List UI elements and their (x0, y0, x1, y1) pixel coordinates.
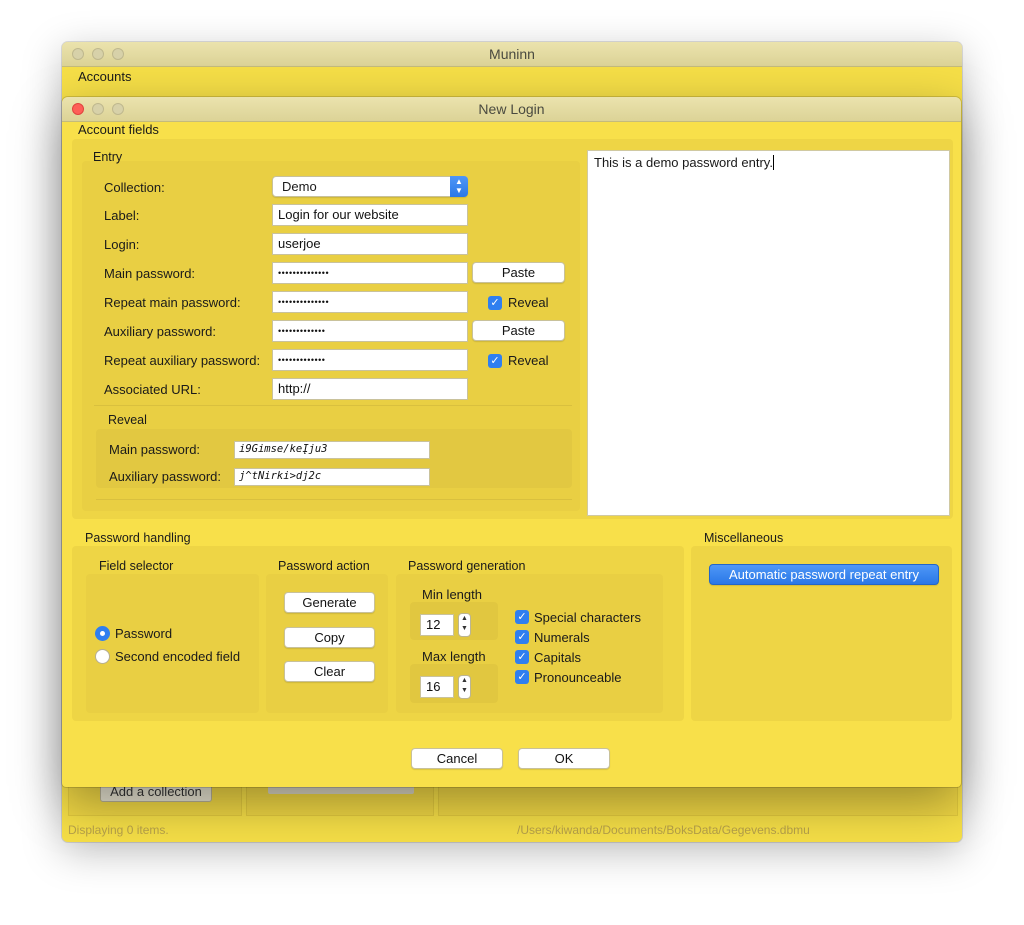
database-path: /Users/kiwanda/Documents/BoksData/Gegeve… (517, 823, 810, 837)
notes-textarea[interactable]: This is a demo password entry. (587, 150, 950, 516)
account-fields-label: Account fields (78, 122, 159, 137)
pronounceable-checkbox[interactable]: ✓ (515, 670, 529, 684)
special-characters-checkbox[interactable]: ✓ (515, 610, 529, 624)
reveal-main-password-label: Main password: (109, 442, 201, 457)
reveal-aux-checkbox[interactable]: ✓ (488, 354, 502, 368)
main-password-label: Main password: (104, 266, 196, 281)
paste-main-password-button[interactable]: Paste (472, 262, 565, 283)
reveal-header: Reveal (108, 413, 147, 427)
status-text: Displaying 0 items. (68, 823, 169, 837)
accounts-menu-label[interactable]: Accounts (78, 69, 131, 84)
copy-button[interactable]: Copy (284, 627, 375, 648)
capitals-checkbox[interactable]: ✓ (515, 650, 529, 664)
ok-button[interactable]: OK (518, 748, 610, 769)
paste-aux-password-button[interactable]: Paste (472, 320, 565, 341)
password-action-header: Password action (278, 559, 370, 573)
second-field-radio-label[interactable]: Second encoded field (115, 649, 240, 664)
numerals-label[interactable]: Numerals (534, 630, 590, 645)
aux-password-field[interactable]: ••••••••••••• (272, 320, 468, 342)
collection-select[interactable]: Demo ▲ ▼ (272, 176, 468, 197)
pronounceable-label[interactable]: Pronounceable (534, 670, 621, 685)
reveal-main-password-value: i9Gimse/keĮju3 (234, 441, 430, 459)
new-login-dialog: New Login Account fields Entry Collectio… (62, 97, 961, 787)
collection-label: Collection: (104, 180, 165, 195)
numerals-checkbox[interactable]: ✓ (515, 630, 529, 644)
auto-repeat-button[interactable]: Automatic password repeat entry (709, 564, 939, 585)
dialog-title: New Login (478, 101, 545, 117)
max-length-field[interactable]: 16 (420, 676, 454, 698)
repeat-main-password-field[interactable]: •••••••••••••• (272, 291, 468, 313)
repeat-main-password-label: Repeat main password: (104, 295, 241, 310)
dialog-titlebar[interactable]: New Login (62, 97, 961, 122)
cancel-button[interactable]: Cancel (411, 748, 503, 769)
url-label: Associated URL: (104, 382, 201, 397)
reveal-divider (96, 499, 572, 500)
second-field-radio[interactable] (95, 649, 110, 664)
password-generation-header: Password generation (408, 559, 526, 573)
clear-button[interactable]: Clear (284, 661, 375, 682)
reveal-aux-label[interactable]: Reveal (508, 353, 548, 368)
max-length-stepper[interactable]: ▲ ▼ (458, 675, 471, 699)
min-length-field[interactable]: 12 (420, 614, 454, 636)
capitals-label[interactable]: Capitals (534, 650, 581, 665)
min-length-label: Min length (422, 587, 482, 602)
entry-header: Entry (93, 150, 123, 164)
field-selector-header: Field selector (99, 559, 174, 573)
reveal-aux-password-value: j^tNirki>dj2c (234, 468, 430, 486)
entry-divider (94, 405, 572, 406)
max-length-label: Max length (422, 649, 486, 664)
password-handling-header: Password handling (85, 531, 191, 545)
repeat-aux-password-label: Repeat auxiliary password: (104, 353, 261, 368)
main-window-title: Muninn (489, 46, 535, 62)
special-characters-label[interactable]: Special characters (534, 610, 641, 625)
miscellaneous-header: Miscellaneous (704, 531, 784, 545)
notes-text: This is a demo password entry. (594, 155, 773, 170)
collection-value: Demo (282, 179, 317, 194)
chevron-updown-icon: ▲ ▼ (450, 176, 468, 197)
generate-button[interactable]: Generate (284, 592, 375, 613)
field-selector-group (86, 574, 259, 713)
text-cursor (772, 155, 774, 170)
reveal-aux-password-label: Auxiliary password: (109, 469, 221, 484)
main-password-field[interactable]: •••••••••••••• (272, 262, 468, 284)
url-field[interactable]: http:// (272, 378, 468, 400)
main-window-titlebar[interactable]: Muninn (62, 42, 962, 67)
aux-password-label: Auxiliary password: (104, 324, 216, 339)
login-field[interactable]: userjoe (272, 233, 468, 255)
password-radio[interactable] (95, 626, 110, 641)
login-label: Login: (104, 237, 140, 252)
label-field[interactable]: Login for our website (272, 204, 468, 226)
repeat-aux-password-field[interactable]: ••••••••••••• (272, 349, 468, 371)
min-length-stepper[interactable]: ▲ ▼ (458, 613, 471, 637)
reveal-main-label[interactable]: Reveal (508, 295, 548, 310)
label-label: Label: (104, 208, 140, 223)
password-radio-label[interactable]: Password (115, 626, 172, 641)
reveal-main-checkbox[interactable]: ✓ (488, 296, 502, 310)
detail-panel (438, 784, 958, 816)
